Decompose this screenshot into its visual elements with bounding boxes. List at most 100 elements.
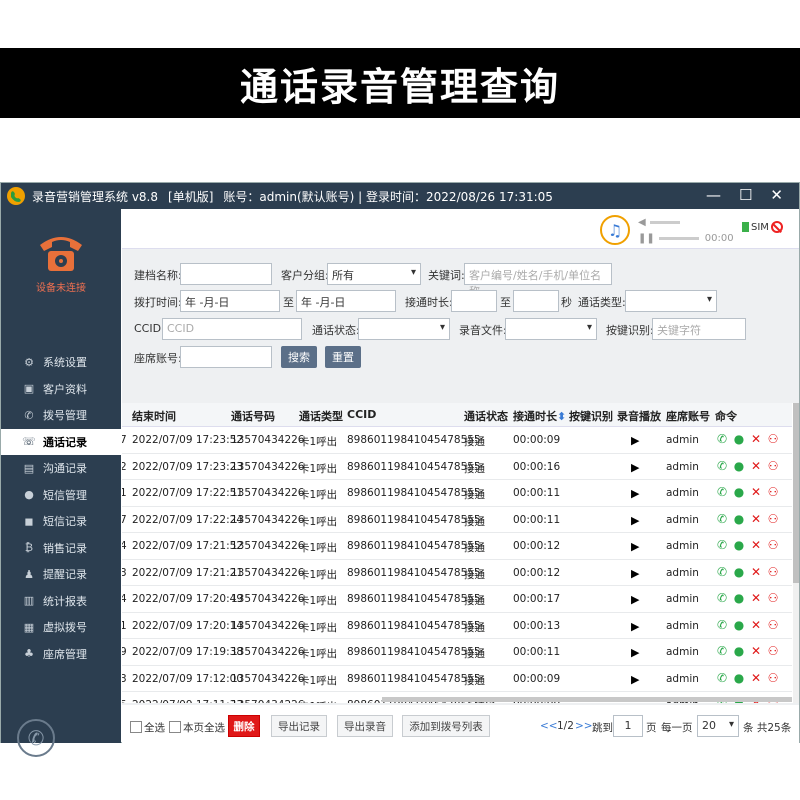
link-icon[interactable]: ⚇ [766,618,780,632]
call-icon[interactable]: ✆ [715,618,729,632]
sidebar-item-11[interactable]: ♣ 座席管理 [1,641,121,668]
date-to-input[interactable]: 年 -月-日 [296,290,396,312]
play-icon[interactable]: ▶ [631,646,639,659]
sort-icon[interactable]: ⬍ [557,410,566,423]
delete-icon[interactable]: ✕ [749,591,763,605]
maximize-icon[interactable]: ☐ [739,186,752,204]
link-icon[interactable]: ⚇ [766,459,780,473]
table-row[interactable]: 3 2022/07/09 17:12:00 13570434226 卡1呼出 89860… [122,666,792,692]
chat-icon[interactable]: ● [732,591,746,605]
play-icon[interactable]: ▶ [631,514,639,527]
next-page-link[interactable]: >> [575,720,593,732]
volume-slider[interactable] [649,220,680,224]
table-row[interactable]: 3 2022/07/09 17:21:21 13570434226 卡1呼出 89860… [122,560,792,586]
call-icon[interactable]: ✆ [715,671,729,685]
link-icon[interactable]: ⚇ [766,432,780,446]
export-audio-button[interactable]: 导出录音 [337,715,393,737]
call-icon[interactable]: ✆ [715,644,729,658]
playback-progress[interactable]: ❚❚ 00:00 [638,233,734,244]
call-icon[interactable]: ✆ [715,591,729,605]
pause-icon[interactable]: ❚❚ [638,233,655,244]
table-row[interactable]: 7 2022/07/09 17:23:52 13570434226 卡1呼出 89860… [122,427,792,454]
sidebar-item-3[interactable]: ☏ 通话记录 [1,428,121,455]
col-end-time[interactable]: 结束时间 [132,408,176,424]
sidebar-item-2[interactable]: ✆ 拨号管理 [1,402,121,429]
keyword-input[interactable]: 客户编号/姓名/手机/单位名称 [464,263,612,298]
link-icon[interactable]: ⚇ [766,485,780,499]
reset-button[interactable]: 重置 [325,346,361,368]
delete-icon[interactable]: ✕ [749,618,763,632]
vertical-scrollbar[interactable] [793,403,799,703]
playback-slider[interactable] [658,236,699,240]
key-recognition-input[interactable]: 关键字符 [652,318,746,340]
play-icon[interactable]: ▶ [631,487,639,500]
add-to-dial-list-button[interactable]: 添加到拨号列表 [402,715,490,737]
chat-icon[interactable]: ● [732,618,746,632]
play-icon[interactable]: ▶ [631,461,639,474]
rec-file-select[interactable] [505,318,597,340]
col-key[interactable]: 按键识别 [569,408,613,424]
chat-icon[interactable]: ● [732,565,746,579]
prev-page-link[interactable]: << [540,720,558,732]
chat-icon[interactable]: ● [732,432,746,446]
sidebar-item-6[interactable]: ◼ 短信记录 [1,508,121,535]
page-select-all-checkbox[interactable] [169,721,181,733]
scroll-thumb[interactable] [793,403,799,583]
link-icon[interactable]: ⚇ [766,644,780,658]
col-type[interactable]: 通话类型 [299,408,343,424]
sidebar-item-8[interactable]: ♟ 提醒记录 [1,561,121,588]
sidebar-item-9[interactable]: ▥ 统计报表 [1,588,121,615]
minimize-icon[interactable]: — [706,186,721,204]
export-records-button[interactable]: 导出记录 [271,715,327,737]
play-icon[interactable]: ▶ [631,593,639,606]
link-icon[interactable]: ⚇ [766,565,780,579]
table-row[interactable]: 7 2022/07/09 17:22:24 13570434226 卡1呼出 89860… [122,507,792,533]
duration-min-input[interactable] [451,290,497,312]
goto-page-input[interactable]: 1 [613,715,643,737]
table-row[interactable]: 2 2022/07/09 17:23:23 13570434226 卡1呼出 89860… [122,454,792,480]
chat-icon[interactable]: ● [732,485,746,499]
call-type-select[interactable] [625,290,717,312]
table-row[interactable]: 1 2022/07/09 17:20:14 13570434226 卡1呼出 89860… [122,613,792,639]
sidebar-item-1[interactable]: ▣ 客户资料 [1,376,121,403]
close-icon[interactable]: ✕ [770,186,783,204]
select-all-checkbox[interactable] [130,721,142,733]
volume-control[interactable]: ◀ [638,217,680,228]
search-button[interactable]: 搜索 [281,346,317,368]
sidebar-item-0[interactable]: ⚙ 系统设置 [1,349,121,376]
horizontal-scrollbar[interactable] [382,697,792,702]
group-select[interactable]: 所有 [327,263,421,285]
col-playback[interactable]: 录音播放 [617,408,661,424]
delete-icon[interactable]: ✕ [749,644,763,658]
link-icon[interactable]: ⚇ [766,671,780,685]
duration-max-input[interactable] [513,290,559,312]
call-icon[interactable]: ✆ [715,538,729,552]
col-agent[interactable]: 座席账号 [666,408,710,424]
play-icon[interactable]: ▶ [631,567,639,580]
delete-icon[interactable]: ✕ [749,565,763,579]
sidebar-item-4[interactable]: ▤ 沟通记录 [1,455,121,482]
play-icon[interactable]: ▶ [631,434,639,447]
col-status[interactable]: 通话状态 [464,408,508,424]
delete-icon[interactable]: ✕ [749,512,763,526]
call-icon[interactable]: ✆ [715,459,729,473]
call-icon[interactable]: ✆ [715,432,729,446]
date-from-input[interactable]: 年 -月-日 [180,290,280,312]
ccid-input[interactable]: CCID [162,318,302,340]
link-icon[interactable]: ⚇ [766,538,780,552]
chat-icon[interactable]: ● [732,459,746,473]
chat-icon[interactable]: ● [732,538,746,552]
delete-button[interactable]: 删除 [228,715,260,737]
play-icon[interactable]: ▶ [631,620,639,633]
chat-icon[interactable]: ● [732,644,746,658]
link-icon[interactable]: ⚇ [766,512,780,526]
delete-icon[interactable]: ✕ [749,485,763,499]
chat-icon[interactable]: ● [732,671,746,685]
table-row[interactable]: 9 2022/07/09 17:19:38 13570434226 卡1呼出 89860… [122,639,792,666]
col-number[interactable]: 通话号码 [231,408,275,424]
link-icon[interactable]: ⚇ [766,591,780,605]
col-ccid[interactable]: CCID [347,408,376,421]
sidebar-item-5[interactable]: ● 短信管理 [1,482,121,509]
play-icon[interactable]: ▶ [631,540,639,553]
dial-phone-icon[interactable]: ✆ [17,719,55,757]
